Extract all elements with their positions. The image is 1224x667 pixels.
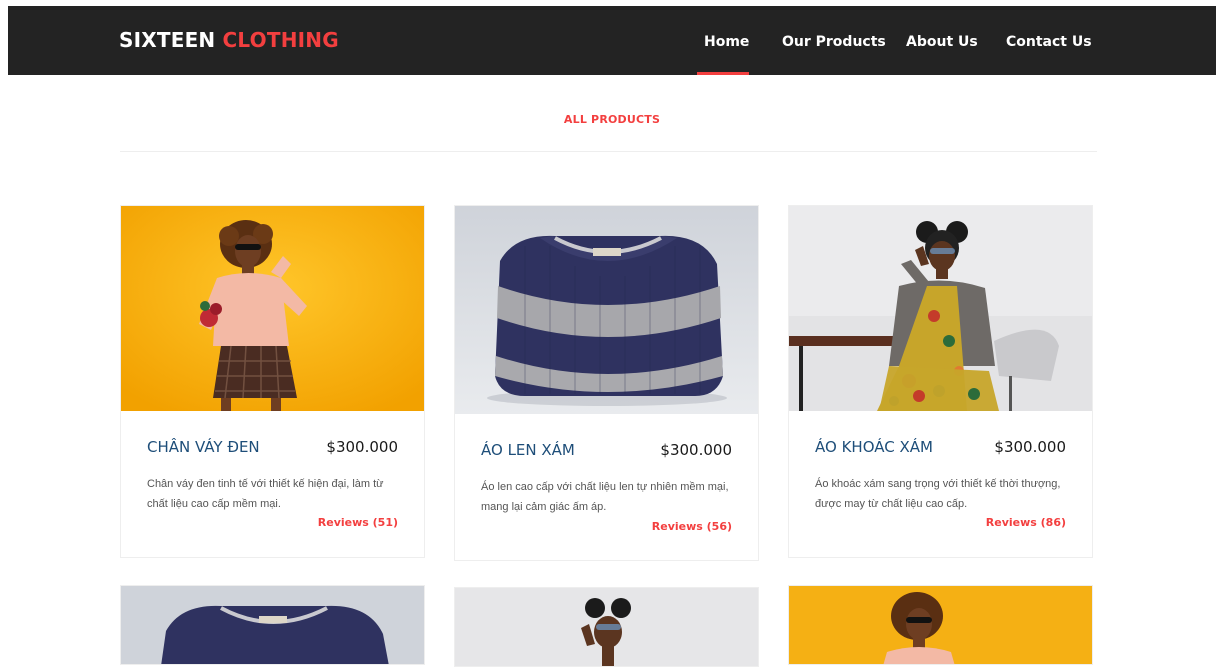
product-card[interactable]	[788, 585, 1093, 665]
product-name[interactable]: Áo khoác xám	[815, 438, 933, 456]
product-card[interactable]: Áo len xám $300.000 Áo len cao cấp với c…	[454, 205, 759, 561]
product-description: Áo khoác xám sang trọng với thiết kế thờ…	[815, 478, 1061, 510]
product-card[interactable]: Áo khoác xám $300.000 Áo khoác xám sang …	[788, 205, 1093, 558]
section-title: ALL PRODUCTS	[563, 113, 661, 126]
product-price: $300.000	[660, 441, 732, 459]
nav-about-us[interactable]: About Us	[906, 34, 978, 50]
product-image[interactable]	[121, 586, 424, 664]
product-reviews-link[interactable]: Reviews (51)	[318, 516, 398, 529]
product-image[interactable]	[121, 206, 424, 411]
product-image[interactable]	[789, 206, 1092, 411]
product-description: Áo len cao cấp với chất liệu len tự nhiê…	[481, 481, 729, 513]
logo[interactable]: SIXTEEN CLOTHING	[119, 28, 339, 52]
product-price: $300.000	[326, 438, 398, 456]
product-image[interactable]	[455, 588, 758, 666]
product-image[interactable]	[455, 206, 758, 414]
product-name[interactable]: Áo len xám	[481, 441, 575, 459]
nav-our-products[interactable]: Our Products	[782, 34, 886, 50]
product-reviews-link[interactable]: Reviews (86)	[986, 516, 1066, 529]
active-nav-indicator	[697, 72, 749, 75]
product-reviews-link[interactable]: Reviews (56)	[652, 520, 732, 533]
nav-contact-us[interactable]: Contact Us	[1006, 34, 1092, 50]
product-card[interactable]	[454, 587, 759, 667]
product-image[interactable]	[789, 586, 1092, 664]
navbar: SIXTEEN CLOTHING Home Our Products About…	[8, 6, 1216, 75]
product-card[interactable]	[120, 585, 425, 665]
section-divider	[120, 151, 1097, 152]
logo-main: SIXTEEN	[119, 28, 216, 52]
product-name[interactable]: Chân váy đen	[147, 438, 260, 456]
product-card[interactable]: Chân váy đen $300.000 Chân váy đen tinh …	[120, 205, 425, 558]
nav-home[interactable]: Home	[704, 34, 749, 50]
product-price: $300.000	[994, 438, 1066, 456]
product-description: Chân váy đen tinh tế với thiết kế hiện đ…	[147, 478, 384, 510]
logo-accent: CLOTHING	[222, 28, 339, 52]
